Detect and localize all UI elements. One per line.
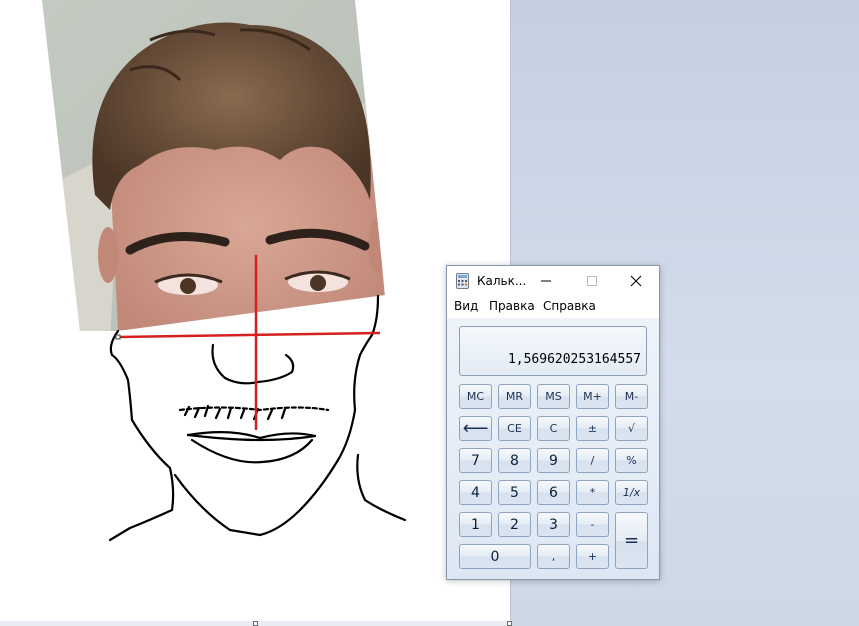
drawing-surface[interactable] bbox=[0, 0, 510, 621]
minimize-icon bbox=[541, 280, 551, 282]
reciprocal-button[interactable]: 1/x bbox=[615, 480, 648, 505]
digit-5-button[interactable]: 5 bbox=[498, 480, 531, 505]
maximize-icon bbox=[587, 276, 597, 286]
face-photo bbox=[42, 0, 385, 331]
menu-view[interactable]: Вид bbox=[454, 299, 478, 313]
digit-7-button[interactable]: 7 bbox=[459, 448, 492, 473]
close-icon bbox=[630, 275, 642, 287]
negate-button[interactable]: ± bbox=[576, 416, 609, 441]
menu-edit[interactable]: Правка bbox=[489, 299, 535, 313]
display-value: 1,569620253164557 bbox=[507, 352, 641, 367]
memory-subtract-button[interactable]: M- bbox=[615, 384, 648, 409]
calculator-body: 1,569620253164557 MC MR MS M+ M- ⟵ CE C … bbox=[447, 318, 659, 579]
memory-add-button[interactable]: M+ bbox=[576, 384, 609, 409]
canvas-resize-handle[interactable] bbox=[253, 621, 258, 626]
multiply-button[interactable]: * bbox=[576, 480, 609, 505]
menu-bar: Вид Правка Справка bbox=[447, 296, 659, 318]
divide-button[interactable]: / bbox=[576, 448, 609, 473]
digit-9-button[interactable]: 9 bbox=[537, 448, 570, 473]
add-button[interactable]: + bbox=[576, 544, 609, 569]
digit-0-button[interactable]: 0 bbox=[459, 544, 531, 569]
digit-6-button[interactable]: 6 bbox=[537, 480, 570, 505]
calculator-titlebar[interactable]: Кальк... bbox=[447, 266, 659, 296]
menu-help[interactable]: Справка bbox=[543, 299, 596, 313]
maximize-button[interactable] bbox=[569, 266, 615, 296]
digit-1-button[interactable]: 1 bbox=[459, 512, 492, 537]
close-button[interactable] bbox=[613, 266, 659, 296]
backspace-button[interactable]: ⟵ bbox=[459, 416, 492, 441]
selection-handle[interactable] bbox=[115, 334, 121, 340]
calculator-icon bbox=[456, 273, 469, 289]
sqrt-button[interactable]: √ bbox=[615, 416, 648, 441]
digit-3-button[interactable]: 3 bbox=[537, 512, 570, 537]
digit-2-button[interactable]: 2 bbox=[498, 512, 531, 537]
equals-button[interactable]: = bbox=[615, 512, 648, 569]
minimize-button[interactable] bbox=[523, 266, 569, 296]
subtract-button[interactable]: - bbox=[576, 512, 609, 537]
memory-recall-button[interactable]: MR bbox=[498, 384, 531, 409]
decimal-button[interactable]: , bbox=[537, 544, 570, 569]
digit-4-button[interactable]: 4 bbox=[459, 480, 492, 505]
digit-8-button[interactable]: 8 bbox=[498, 448, 531, 473]
clear-entry-button[interactable]: CE bbox=[498, 416, 531, 441]
paint-canvas[interactable] bbox=[0, 0, 511, 621]
horizontal-guide-line bbox=[117, 331, 381, 339]
calculator-display: 1,569620253164557 bbox=[459, 326, 647, 376]
memory-clear-button[interactable]: MC bbox=[459, 384, 492, 409]
calculator-window[interactable]: Кальк... Вид Правка Справка 1,5696202531… bbox=[446, 265, 660, 580]
canvas-resize-handle-corner[interactable] bbox=[507, 621, 512, 626]
memory-store-button[interactable]: MS bbox=[537, 384, 570, 409]
clear-button[interactable]: C bbox=[537, 416, 570, 441]
percent-button[interactable]: % bbox=[615, 448, 648, 473]
window-title: Кальк... bbox=[477, 274, 527, 288]
